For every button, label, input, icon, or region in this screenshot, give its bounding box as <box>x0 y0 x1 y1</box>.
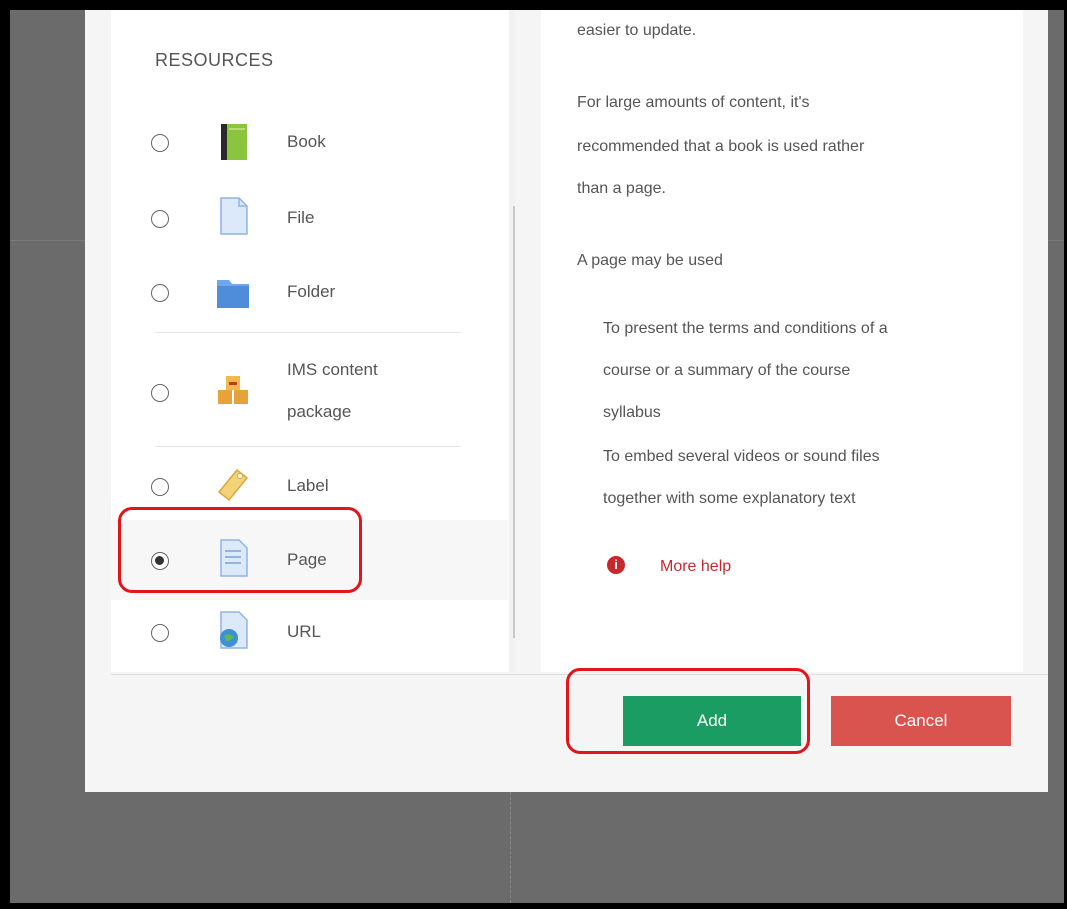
background-column-divider <box>510 792 512 903</box>
page-background: RESOURCES Book File Folder IMS content p… <box>10 10 1064 903</box>
help-bullet: course or a summary of the course <box>603 362 851 379</box>
help-text: A page may be used <box>577 252 723 269</box>
help-bullet: To present the terms and conditions of a <box>603 320 888 337</box>
help-pane: easier to update. For large amounts of c… <box>541 10 1023 672</box>
section-title: RESOURCES <box>155 50 274 70</box>
resource-item-file[interactable]: File <box>111 184 509 254</box>
info-icon: i <box>607 556 625 574</box>
radio-book[interactable] <box>151 134 169 152</box>
help-text: For large amounts of content, it's <box>577 94 810 111</box>
list-divider <box>155 446 461 447</box>
url-icon <box>220 611 248 649</box>
item-label-line2: package <box>287 402 352 421</box>
radio-url[interactable] <box>151 624 169 642</box>
highlight-add-button <box>566 668 810 754</box>
resource-item-url[interactable]: URL <box>111 600 509 670</box>
help-text: than a page. <box>577 180 666 197</box>
item-label: URL <box>287 622 322 641</box>
folder-icon <box>217 280 249 308</box>
add-activity-modal: RESOURCES Book File Folder IMS content p… <box>85 10 1048 792</box>
item-label: Book <box>287 132 326 151</box>
resource-item-book[interactable]: Book <box>111 108 509 178</box>
resource-item-folder[interactable]: Folder <box>111 258 509 328</box>
help-bullet: together with some explanatory text <box>603 490 856 507</box>
radio-folder[interactable] <box>151 284 169 302</box>
radio-label[interactable] <box>151 478 169 496</box>
list-divider <box>155 332 461 333</box>
highlight-page-option <box>118 507 362 593</box>
tag-icon <box>217 468 249 502</box>
help-bullet: To embed several videos or sound files <box>603 448 880 465</box>
item-label: Label <box>287 476 329 495</box>
radio-file[interactable] <box>151 210 169 228</box>
file-icon <box>220 197 248 235</box>
more-help-link[interactable]: More help <box>660 558 731 576</box>
item-label: File <box>287 208 315 227</box>
item-label: IMS content <box>287 360 378 379</box>
scrollbar-thumb[interactable] <box>513 206 515 638</box>
help-bullet: syllabus <box>603 404 661 421</box>
help-text: recommended that a book is used rather <box>577 138 865 155</box>
radio-ims-content-package[interactable] <box>151 384 169 402</box>
help-text: easier to update. <box>577 22 697 39</box>
cancel-button[interactable]: Cancel <box>831 696 1011 746</box>
resource-item-ims-content-package[interactable]: IMS content package <box>111 348 509 438</box>
item-label: Folder <box>287 282 336 301</box>
ims-package-icon <box>218 376 248 404</box>
book-icon <box>221 124 247 160</box>
